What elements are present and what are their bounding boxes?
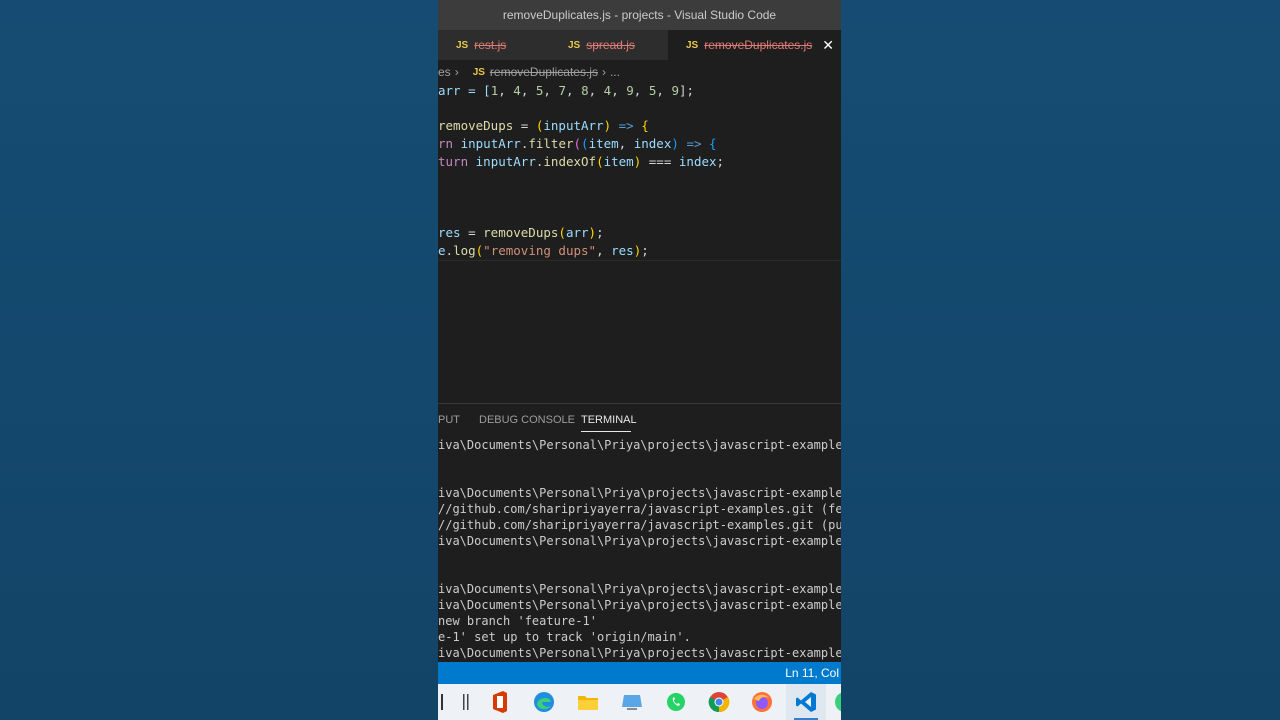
- tab-label: spread.js: [586, 38, 635, 52]
- edge-icon[interactable]: [528, 684, 560, 720]
- terminal-line: iva\Documents\Personal\Priya\projects\ja…: [438, 486, 841, 500]
- terminal-line: iva\Documents\Personal\Priya\projects\ja…: [438, 534, 841, 548]
- panel-tab-bar: PUT DEBUG CONSOLE TERMINAL: [438, 404, 841, 436]
- terminal-line: iva\Documents\Personal\Priya\projects\ja…: [438, 646, 841, 660]
- code-line-3: removeDups = (inputArr) => {: [438, 118, 649, 133]
- tab-rest-js[interactable]: JS rest.js: [438, 30, 550, 60]
- tab-label: rest.js: [474, 38, 507, 52]
- code-line-10: e.log("removing dups", res);: [438, 243, 649, 258]
- windows-taskbar: [438, 684, 841, 720]
- breadcrumb-file[interactable]: removeDuplicates.js: [490, 65, 598, 79]
- chevron-right-icon: ›: [601, 65, 606, 79]
- tab-output[interactable]: PUT: [438, 414, 460, 426]
- terminal-line: e-1' set up to track 'origin/main'.: [438, 630, 691, 644]
- tab-debug-console[interactable]: DEBUG CONSOLE: [479, 414, 575, 426]
- status-bar: Ln 11, Col: [438, 662, 841, 684]
- editor-tab-bar: JS rest.js JS spread.js JS removeDuplica…: [438, 30, 841, 60]
- tab-terminal[interactable]: TERMINAL: [581, 414, 637, 426]
- breadcrumb: es › JS removeDuplicates.js › ...: [438, 62, 841, 82]
- desktop-background-right: [841, 0, 1280, 720]
- code-editor[interactable]: arr = [1, 4, 5, 7, 8, 4, 9, 5, 9]; remov…: [438, 82, 841, 404]
- code-line-9: res = removeDups(arr);: [438, 225, 604, 240]
- breadcrumb-folder[interactable]: es: [438, 65, 451, 79]
- terminal-line: //github.com/sharipriyayerra/javascript-…: [438, 518, 841, 532]
- office-icon[interactable]: [486, 684, 514, 720]
- whatsapp-icon[interactable]: [660, 684, 692, 720]
- vscode-icon[interactable]: [786, 684, 826, 720]
- code-line-4: rn inputArr.filter((item, index) => {: [438, 136, 717, 151]
- js-file-icon: JS: [686, 39, 699, 51]
- close-icon[interactable]: ✕: [822, 37, 834, 54]
- chevron-right-icon: ›: [454, 65, 459, 79]
- chrome-icon[interactable]: [703, 684, 735, 720]
- js-file-icon: JS: [456, 39, 469, 51]
- desktop-icon[interactable]: [616, 684, 648, 720]
- terminal-line: new branch 'feature-1': [438, 614, 597, 628]
- window-title: removeDuplicates.js - projects - Visual …: [438, 0, 841, 30]
- code-line-5: turn inputArr.indexOf(item) === index;: [438, 154, 725, 169]
- terminal-line: iva\Documents\Personal\Priya\projects\ja…: [438, 438, 841, 452]
- windows-start-icon[interactable]: [438, 684, 446, 720]
- tab-spread-js[interactable]: JS spread.js: [550, 30, 668, 60]
- vscode-window: removeDuplicates.js - projects - Visual …: [438, 0, 841, 720]
- tab-removeduplicates-js[interactable]: JS removeDuplicates.js ✕: [668, 30, 841, 60]
- terminal-output[interactable]: iva\Documents\Personal\Priya\projects\ja…: [438, 436, 841, 662]
- code-line-1: arr = [1, 4, 5, 7, 8, 4, 9, 5, 9];: [438, 83, 695, 98]
- desktop-background-left: [0, 0, 438, 720]
- active-tab-indicator: [581, 431, 631, 432]
- js-file-icon: JS: [568, 39, 581, 51]
- breadcrumb-symbols[interactable]: ...: [610, 65, 620, 79]
- terminal-line: iva\Documents\Personal\Priya\projects\ja…: [438, 582, 841, 596]
- current-line-highlight: [438, 260, 841, 261]
- file-explorer-icon[interactable]: [572, 684, 604, 720]
- terminal-line: iva\Documents\Personal\Priya\projects\ja…: [438, 598, 841, 612]
- js-file-icon: JS: [472, 66, 485, 78]
- tab-label: removeDuplicates.js: [704, 38, 813, 52]
- terminal-line: //github.com/sharipriyayerra/javascript-…: [438, 502, 841, 516]
- edge-dev-icon[interactable]: [834, 684, 841, 720]
- firefox-icon[interactable]: [746, 684, 778, 720]
- cursor-position[interactable]: Ln 11, Col: [785, 666, 839, 680]
- search-icon[interactable]: [460, 684, 472, 720]
